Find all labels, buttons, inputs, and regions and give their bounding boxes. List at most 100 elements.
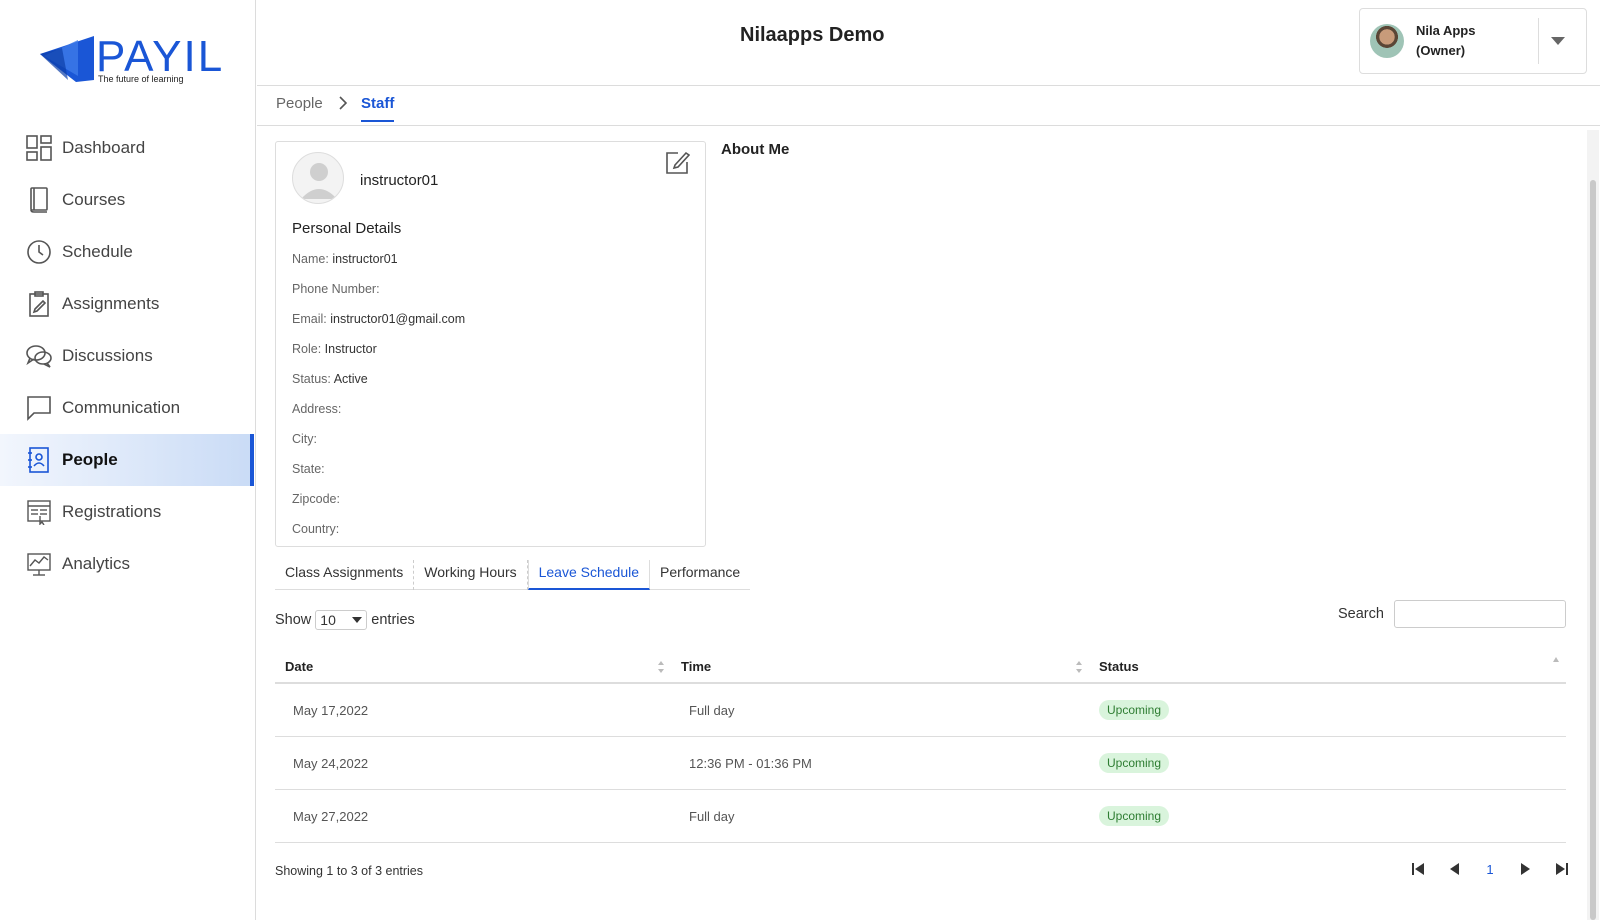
showing-entries-text: Showing 1 to 3 of 3 entries [275,864,424,878]
column-header-time[interactable]: Time [671,650,1089,682]
user-info: Nila Apps (Owner) [1416,21,1538,61]
breadcrumb-staff[interactable]: Staff [361,95,395,122]
sidebar-item-label: Analytics [62,554,131,573]
cell-status: Upcoming [1089,806,1566,826]
detail-country: Country: [292,522,339,536]
detail-email: Email: instructor01@gmail.com [292,312,465,326]
page-size-value: 10 [320,612,336,628]
sidebar-item-registrations[interactable]: Registrations [0,486,256,538]
page-number-button[interactable]: 1 [1472,857,1508,881]
sort-icon [1076,661,1082,673]
sidebar-item-label: Courses [62,190,126,209]
tab-class-assignments[interactable]: Class Assignments [275,560,415,590]
status-badge: Upcoming [1099,700,1170,720]
last-page-button[interactable] [1544,857,1580,881]
cell-status: Upcoming [1089,700,1566,720]
table-row: May 27,2022 Full day Upcoming [275,790,1566,843]
column-header-date[interactable]: Date [275,650,671,682]
cell-date: May 17,2022 [293,702,369,718]
chevron-right-icon [338,96,348,114]
column-header-label: Status [1099,659,1139,674]
detail-role: Role: Instructor [292,342,377,356]
sidebar-item-label: Schedule [62,242,133,261]
pagination: 1 [1400,857,1580,881]
detail-value: Instructor [324,342,377,356]
contact-book-icon [26,447,52,473]
clipboard-icon [26,291,52,317]
cell-time: Full day [689,808,735,824]
tab-leave-schedule[interactable]: Leave Schedule [527,560,651,590]
user-role: (Owner) [1416,43,1466,58]
sidebar-item-label: Dashboard [62,138,146,157]
profile-card: instructor01 Personal Details Name: inst… [275,141,706,547]
show-label: Show [275,612,312,628]
logo-mark-icon [40,36,94,82]
tab-performance[interactable]: Performance [650,560,750,590]
search-label: Search [1338,606,1384,622]
first-page-button[interactable] [1400,857,1436,881]
column-header-label: Date [285,659,314,674]
detail-label: Email: [292,312,327,326]
sidebar-item-courses[interactable]: Courses [0,174,256,226]
detail-label: Name: [292,252,329,266]
detail-label: Status: [292,372,331,386]
message-icon [26,395,52,421]
page-scrollbar[interactable] [1587,130,1599,920]
sidebar-item-discussions[interactable]: Discussions [0,330,256,382]
detail-state: State: [292,462,325,476]
app-title: Nilaapps Demo [740,24,885,46]
user-menu-toggle[interactable] [1539,8,1577,74]
page-size-select[interactable]: 10 [315,610,368,630]
detail-label: City: [292,432,317,446]
chat-bubbles-icon [26,343,52,369]
detail-label: Zipcode: [292,492,340,506]
sidebar-nav: Dashboard Courses Schedule Assignments D… [0,122,256,590]
user-avatar [1370,24,1404,58]
detail-label: State: [292,462,325,476]
sidebar-item-analytics[interactable]: Analytics [0,538,256,590]
search-input[interactable] [1394,600,1566,628]
first-page-icon [1412,863,1424,875]
caret-down-icon [352,617,363,623]
logo-tagline: The future of learning [98,74,184,84]
breadcrumb: People Staff [257,86,1600,126]
analytics-icon [26,551,52,577]
top-header: Nilaapps Demo Nila Apps (Owner) [257,0,1600,86]
sidebar-item-communication[interactable]: Communication [0,382,256,434]
previous-page-button[interactable] [1436,857,1472,881]
sidebar-item-dashboard[interactable]: Dashboard [0,122,256,174]
sidebar-item-assignments[interactable]: Assignments [0,278,256,330]
previous-page-icon [1450,863,1459,875]
status-badge: Upcoming [1099,806,1170,826]
status-badge: Upcoming [1099,753,1170,773]
breadcrumb-people[interactable]: People [276,95,323,112]
next-page-button[interactable] [1508,857,1544,881]
profile-username: instructor01 [360,172,439,189]
detail-label: Address: [292,402,342,416]
cell-date: May 27,2022 [293,808,369,824]
sidebar: PAYIL The future of learning Dashboard C… [0,0,256,920]
user-placeholder-icon [301,163,337,199]
detail-zipcode: Zipcode: [292,492,340,506]
edit-icon [666,151,691,174]
detail-address: Address: [292,402,341,416]
tab-working-hours[interactable]: Working Hours [414,560,528,590]
cell-status: Upcoming [1089,753,1566,773]
sidebar-item-label: Assignments [62,294,160,313]
table-row: May 24,2022 12:36 PM - 01:36 PM Upcoming [275,737,1566,790]
sidebar-item-people[interactable]: People [0,434,254,486]
column-header-status[interactable]: Status [1089,650,1566,682]
personal-details-title: Personal Details [292,220,402,237]
detail-label: Country: [292,522,340,536]
cell-date: May 24,2022 [293,755,369,771]
detail-status: Status: Active [292,372,368,386]
user-menu[interactable]: Nila Apps (Owner) [1359,8,1587,74]
user-name: Nila Apps [1416,23,1476,38]
edit-profile-button[interactable] [664,150,691,176]
payil-logo[interactable]: PAYIL The future of learning [38,30,222,90]
sidebar-item-schedule[interactable]: Schedule [0,226,256,278]
scrollbar-thumb[interactable] [1590,180,1596,920]
sidebar-item-label: Communication [62,398,181,417]
table-row: May 17,2022 Full day Upcoming [275,684,1566,737]
last-page-icon [1556,863,1568,875]
